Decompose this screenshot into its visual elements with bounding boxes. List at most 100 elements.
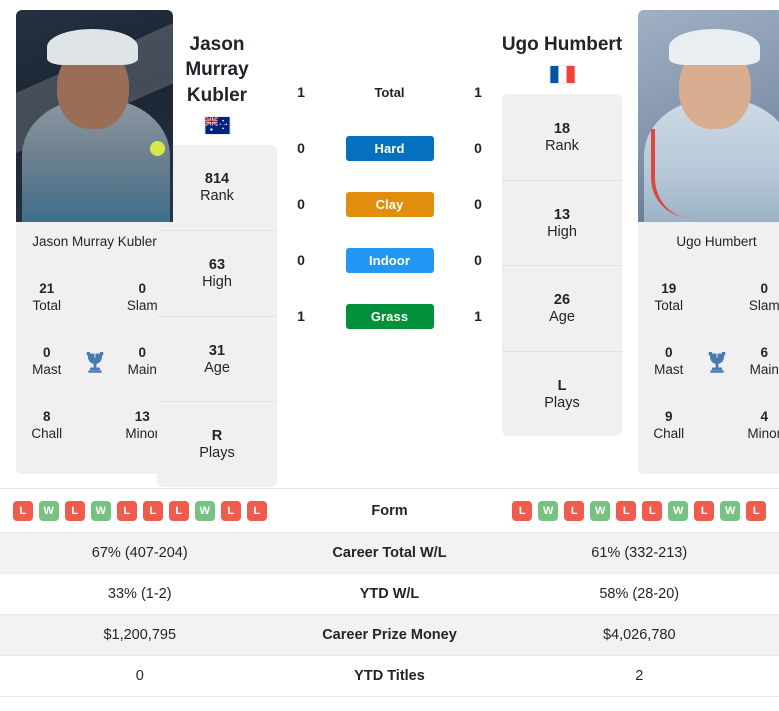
h2h-left-total: 1 bbox=[297, 84, 305, 100]
h2h-left-hard: 0 bbox=[297, 140, 305, 156]
photo-cap-shape bbox=[669, 29, 761, 66]
right-player-photo bbox=[638, 10, 779, 222]
photo-cap-shape bbox=[47, 29, 139, 66]
right-form-badges: LWLWLLWLWL bbox=[500, 500, 779, 521]
left-stat-age: 31 Age bbox=[157, 315, 277, 402]
form-badge-loss: L bbox=[64, 500, 85, 521]
form-badge-win: W bbox=[590, 500, 611, 521]
row-label-form: Form bbox=[371, 502, 408, 519]
right-player-column: Ugo Humbert 19 Total 0 Slam 0 Mast 6 Mai… bbox=[622, 10, 779, 488]
surface-badge-grass[interactable]: Grass bbox=[345, 303, 434, 329]
h2h-left-clay: 0 bbox=[297, 196, 305, 212]
h2h-label-total: Total bbox=[374, 84, 405, 100]
form-badge-loss: L bbox=[616, 500, 637, 521]
left-stat-plays: R Plays bbox=[157, 401, 277, 487]
form-badge-win: W bbox=[38, 500, 59, 521]
surface-badge-clay[interactable]: Clay bbox=[345, 191, 434, 217]
titles-minor: 4 Minor bbox=[747, 409, 779, 441]
titles-mast: 0 Mast bbox=[32, 345, 62, 377]
table-row-career-total-wl: 67% (407-204) Career Total W/L 61% (332-… bbox=[0, 533, 779, 574]
h2h-right-total: 1 bbox=[474, 84, 482, 100]
left-career-total-wl: 67% (407-204) bbox=[91, 545, 188, 561]
left-player-stats-column: Jason Murray Kubler 814 Rank 63 High 31 … bbox=[157, 10, 277, 488]
right-stat-rank: 18 Rank bbox=[545, 120, 579, 154]
form-badge-win: W bbox=[90, 500, 111, 521]
form-badge-win: W bbox=[668, 500, 689, 521]
head-to-head-section: Jason Murray Kubler 21 Total 0 Slam 0 Ma… bbox=[0, 0, 779, 488]
left-ytd-titles: 0 bbox=[135, 668, 144, 684]
table-row-form: LWLWLLLWLL Form LWLWLLWLWL bbox=[0, 489, 779, 533]
row-label-ytd-wl: YTD W/L bbox=[359, 586, 420, 602]
form-badge-win: W bbox=[194, 500, 215, 521]
right-stat-high: 13 High bbox=[502, 179, 622, 266]
surface-head-to-head-column: 1 Total 1 0 Hard 0 0 Clay 0 0 Indoor 0 1… bbox=[277, 10, 502, 488]
trophy-icon bbox=[78, 350, 112, 374]
form-badge-loss: L bbox=[168, 500, 189, 521]
left-name-line-3: Kubler bbox=[186, 84, 248, 106]
right-player-card-name: Ugo Humbert bbox=[638, 222, 779, 260]
right-stat-plays: L Plays bbox=[502, 350, 622, 437]
comparison-table: LWLWLLLWLL Form LWLWLLWLWL 67% (407-204)… bbox=[0, 488, 779, 697]
h2h-row-hard: 0 Hard 0 bbox=[277, 120, 502, 176]
form-badge-loss: L bbox=[694, 500, 715, 521]
left-player-photo bbox=[16, 10, 173, 222]
left-form-badges: LWLWLLLWLL bbox=[0, 500, 280, 521]
left-name-line-2: Murray bbox=[185, 59, 249, 81]
titles-row-mast-main: 0 Mast bbox=[16, 330, 173, 394]
titles-row-total-slam: 19 Total 0 Slam bbox=[638, 266, 779, 330]
form-badge-win: W bbox=[538, 500, 559, 521]
form-badge-loss: L bbox=[246, 500, 267, 521]
left-player-titles-grid: 21 Total 0 Slam 0 Mast 0 Main 8 Chall 13… bbox=[16, 260, 173, 474]
titles-mast: 0 Mast bbox=[654, 345, 684, 377]
form-badge-list: LWLWLLWLWL bbox=[500, 500, 779, 521]
right-player-card[interactable]: Ugo Humbert 19 Total 0 Slam 0 Mast 6 Mai… bbox=[638, 10, 779, 474]
france-flag-icon bbox=[548, 65, 576, 85]
form-badge-loss: L bbox=[512, 500, 533, 521]
right-player-headline-name: Ugo Humbert bbox=[501, 34, 623, 55]
titles-slam: 0 Slam bbox=[748, 281, 779, 313]
left-stat-high: 63 High bbox=[157, 230, 277, 316]
titles-row-mast-main: 0 Mast bbox=[638, 330, 779, 394]
left-player-card-name: Jason Murray Kubler bbox=[16, 222, 173, 260]
australia-flag-icon bbox=[203, 115, 231, 135]
form-badge-loss: L bbox=[116, 500, 137, 521]
left-player-column: Jason Murray Kubler 21 Total 0 Slam 0 Ma… bbox=[0, 10, 173, 488]
right-ytd-wl: 58% (28-20) bbox=[599, 586, 680, 602]
titles-row-total-slam: 21 Total 0 Slam bbox=[16, 266, 173, 330]
form-badge-loss: L bbox=[642, 500, 663, 521]
left-player-headline-name: Jason Murray Kubler bbox=[157, 10, 277, 108]
right-stat-age: 26 Age bbox=[502, 265, 622, 351]
table-row-ytd-titles: 0 YTD Titles 2 bbox=[0, 656, 779, 697]
titles-chall: 8 Chall bbox=[31, 409, 63, 441]
table-row-career-prize-money: $1,200,795 Career Prize Money $4,026,780 bbox=[0, 615, 779, 656]
table-row-ytd-wl: 33% (1-2) YTD W/L 58% (28-20) bbox=[0, 574, 779, 615]
titles-row-chall-minor: 8 Chall 13 Minor bbox=[16, 394, 173, 458]
titles-total: 21 Total bbox=[32, 281, 62, 313]
right-player-titles-grid: 19 Total 0 Slam 0 Mast 6 Main 9 Chall 4 … bbox=[638, 260, 779, 474]
h2h-right-clay: 0 bbox=[474, 196, 482, 212]
titles-row-chall-minor: 9 Chall 4 Minor bbox=[638, 394, 779, 458]
form-badge-loss: L bbox=[746, 500, 767, 521]
right-player-stats-column: Ugo Humbert 18 Rank 13 High 26 Age L Pla… bbox=[502, 10, 622, 488]
left-stats-card: 814 Rank 63 High 31 Age R Plays bbox=[157, 144, 277, 487]
form-badge-win: W bbox=[720, 500, 741, 521]
left-player-card[interactable]: Jason Murray Kubler 21 Total 0 Slam 0 Ma… bbox=[16, 10, 173, 474]
row-label-ytd-titles: YTD Titles bbox=[354, 668, 425, 684]
row-label-career-prize-money: Career Prize Money bbox=[322, 627, 457, 643]
h2h-left-indoor: 0 bbox=[297, 252, 305, 268]
form-badge-loss: L bbox=[220, 500, 241, 521]
h2h-right-hard: 0 bbox=[474, 140, 482, 156]
left-stat-rank: 814 Rank bbox=[200, 171, 234, 205]
titles-chall: 9 Chall bbox=[653, 409, 685, 441]
right-ytd-titles: 2 bbox=[635, 668, 644, 684]
left-name-line-1: Jason bbox=[189, 34, 245, 55]
player-comparison-page: Jason Murray Kubler 21 Total 0 Slam 0 Ma… bbox=[0, 0, 779, 711]
h2h-row-clay: 0 Clay 0 bbox=[277, 176, 502, 232]
surface-badge-hard[interactable]: Hard bbox=[345, 135, 434, 161]
left-ytd-wl: 33% (1-2) bbox=[107, 586, 172, 602]
right-career-total-wl: 61% (332-213) bbox=[591, 545, 688, 561]
surface-badge-indoor[interactable]: Indoor bbox=[345, 247, 434, 273]
h2h-right-grass: 1 bbox=[474, 308, 482, 324]
trophy-icon bbox=[700, 350, 734, 374]
right-stats-card: 18 Rank 13 High 26 Age L Plays bbox=[502, 94, 622, 437]
